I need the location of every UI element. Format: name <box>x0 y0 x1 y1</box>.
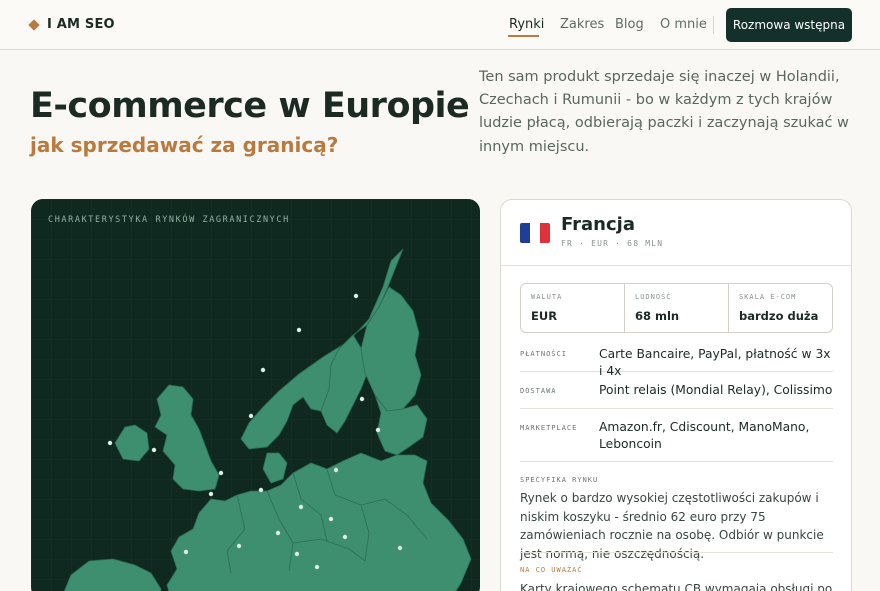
market-dot[interactable] <box>359 396 365 402</box>
stat-value: 68 mln <box>635 309 680 323</box>
top-nav: I AM SEO Rynki Zakres Blog O mnie Rozmow… <box>0 0 880 50</box>
page-title: E-commerce w Europie <box>30 86 470 126</box>
stat-label: WALUTA <box>531 293 563 301</box>
row-delivery: DOSTAWA Point relais (Mondial Relay), Co… <box>520 372 833 409</box>
country-info-card: Francja FR · EUR · 68 MLN WALUTA EUR LUD… <box>500 199 852 591</box>
specifics-label: SPECYFIKA RYNKU <box>520 476 599 484</box>
market-dot[interactable] <box>183 549 189 555</box>
brand-logo[interactable]: I AM SEO <box>28 17 115 32</box>
market-dot[interactable] <box>342 534 348 540</box>
country-name: Francja <box>561 214 635 235</box>
europe-map: CHARAKTERYSTYKA RYNKÓW ZAGRANICZNYCH <box>31 199 480 591</box>
stat-value: EUR <box>531 309 558 323</box>
stat-label: LUDNOŚĆ <box>635 293 672 301</box>
watch-label: NA CO UWAŻAĆ <box>520 566 583 574</box>
row-label: PŁATNOŚCI <box>520 350 567 358</box>
cta-button[interactable]: Rozmowa wstępna <box>726 8 852 42</box>
watch-text: Karty krajowego schematu CB wymagają obs… <box>520 582 833 591</box>
market-dot[interactable] <box>107 440 113 446</box>
flag-stripe <box>520 223 530 243</box>
section-divider <box>520 552 833 553</box>
map-svg <box>31 199 480 591</box>
row-payments: PŁATNOŚCI Carte Bancaire, PayPal, płatno… <box>520 343 833 378</box>
brand-name: I AM SEO <box>47 17 115 32</box>
row-label: MARKETPLACE <box>520 424 578 432</box>
market-dot[interactable] <box>397 545 403 551</box>
flag-stripe <box>530 223 540 243</box>
row-value: Point relais (Mondial Relay), Colissimo <box>599 383 833 397</box>
market-dot[interactable] <box>258 487 264 493</box>
page-subtitle: jak sprzedawać za granicą? <box>30 133 339 157</box>
stat-ecom-scale: SKALA E-COM bardzo duża <box>729 284 832 332</box>
market-dot[interactable] <box>296 327 302 333</box>
market-dot[interactable] <box>218 470 224 476</box>
row-marketplace: MARKETPLACE Amazon.fr, Cdiscount, ManoMa… <box>520 409 833 462</box>
flag-stripe <box>540 223 550 243</box>
market-dot[interactable] <box>260 367 266 373</box>
hero-description: Ten sam produkt sprzedaje się inaczej w … <box>479 69 849 155</box>
market-dot[interactable] <box>275 530 281 536</box>
market-dot[interactable] <box>298 504 304 510</box>
market-dot[interactable] <box>248 413 254 419</box>
row-value: Amazon.fr, Cdiscount, ManoMano, Leboncoi… <box>599 420 810 451</box>
diamond-icon <box>28 18 40 31</box>
nav-divider <box>713 16 714 34</box>
stats-grid: WALUTA EUR LUDNOŚĆ 68 mln SKALA E-COM ba… <box>520 283 833 333</box>
flag-icon <box>520 223 550 243</box>
market-dot[interactable] <box>353 293 359 299</box>
market-dot[interactable] <box>328 516 334 522</box>
market-dot[interactable] <box>375 427 381 433</box>
market-dot[interactable] <box>314 564 320 570</box>
market-dot[interactable] <box>151 447 157 453</box>
nav-link-o-mnie[interactable]: O mnie <box>660 17 707 32</box>
nav-link-zakres[interactable]: Zakres <box>560 17 604 32</box>
active-nav-indicator <box>508 35 539 37</box>
stat-value: bardzo duża <box>739 309 819 323</box>
stat-population: LUDNOŚĆ 68 mln <box>625 284 729 332</box>
country-header: Francja FR · EUR · 68 MLN <box>501 200 851 266</box>
market-dot[interactable] <box>236 543 242 549</box>
nav-link-rynki[interactable]: Rynki <box>509 17 544 32</box>
nav-link-blog[interactable]: Blog <box>615 17 644 32</box>
stat-label: SKALA E-COM <box>739 293 797 301</box>
market-dot[interactable] <box>294 551 300 557</box>
row-label: DOSTAWA <box>520 387 557 395</box>
stat-currency: WALUTA EUR <box>521 284 625 332</box>
country-meta: FR · EUR · 68 MLN <box>561 239 664 248</box>
market-dot[interactable] <box>208 491 214 497</box>
market-dot[interactable] <box>333 467 339 473</box>
map-label: CHARAKTERYSTYKA RYNKÓW ZAGRANICZNYCH <box>48 215 290 225</box>
